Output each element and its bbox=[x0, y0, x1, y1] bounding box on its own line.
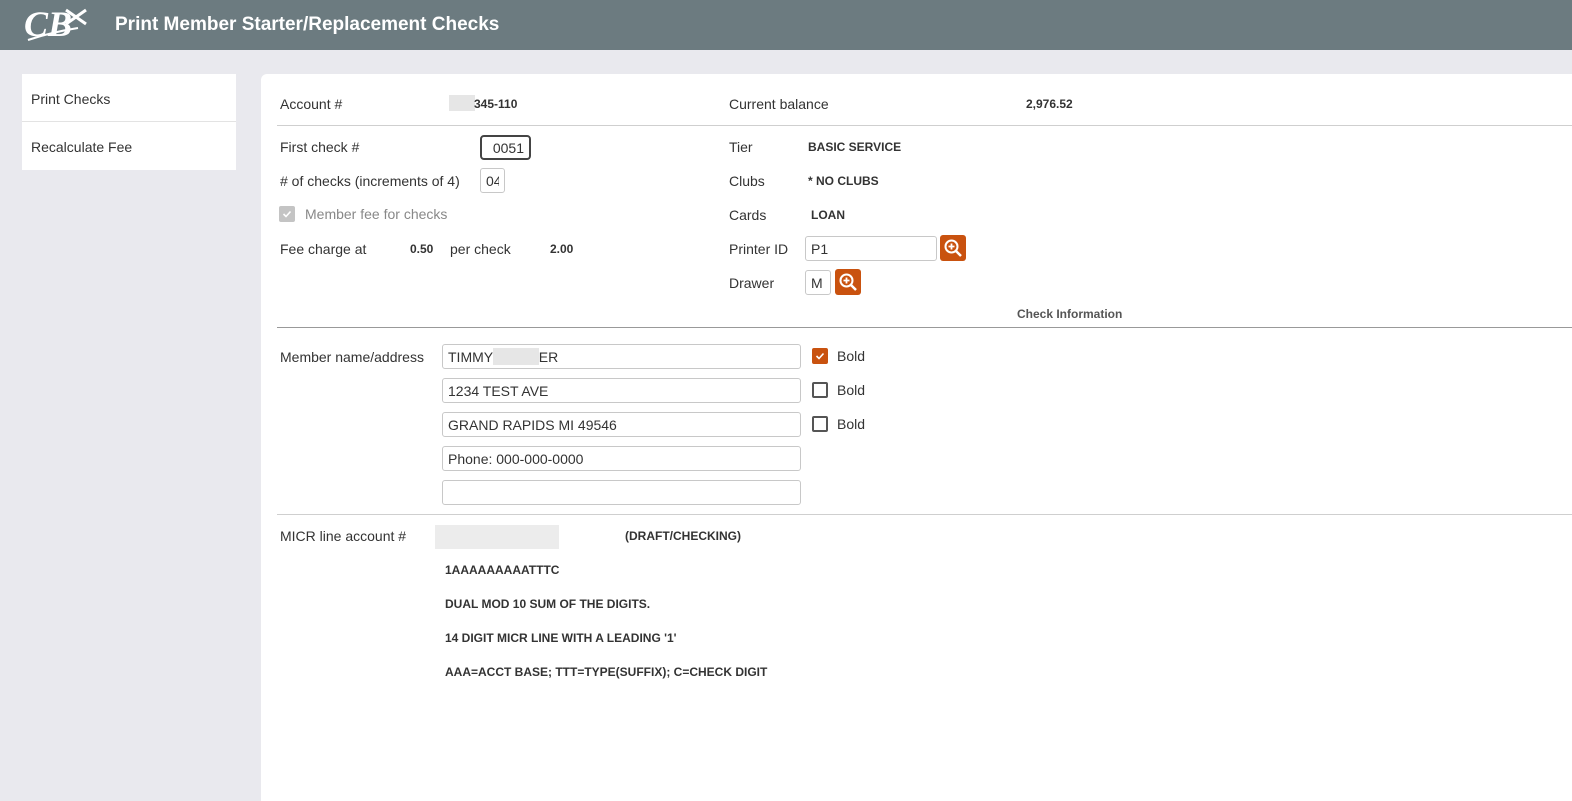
app-header: CB Print Member Starter/Replacement Chec… bbox=[0, 0, 1572, 50]
fee-rate-value: 0.50 bbox=[410, 242, 434, 256]
redacted-block bbox=[435, 525, 559, 549]
address-line-4-input[interactable] bbox=[442, 446, 801, 471]
member-fee-checkbox[interactable] bbox=[279, 206, 295, 222]
redacted-block bbox=[449, 95, 475, 111]
bold-line-1-label: Bold bbox=[837, 348, 866, 364]
micr-note: 1AAAAAAAAATTTC bbox=[445, 563, 560, 577]
printer-id-label: Printer ID bbox=[729, 241, 789, 257]
sidebar-item-recalculate-fee[interactable]: Recalculate Fee bbox=[22, 122, 236, 170]
account-number: 345-110 bbox=[474, 97, 518, 111]
check-count-input[interactable] bbox=[480, 168, 505, 193]
current-balance-label: Current balance bbox=[729, 96, 829, 112]
per-check-label: per check bbox=[450, 241, 511, 257]
address-line-3-input[interactable] bbox=[442, 412, 801, 437]
drawer-lookup-button[interactable] bbox=[835, 269, 861, 295]
cards-value: LOAN bbox=[811, 208, 845, 222]
micr-account-label: MICR line account # bbox=[280, 528, 407, 544]
micr-note: AAA=ACCT BASE; TTT=TYPE(SUFFIX); C=CHECK… bbox=[445, 665, 768, 679]
bold-line-1-checkbox[interactable] bbox=[812, 348, 828, 364]
section-title: Check Information bbox=[1017, 307, 1123, 321]
zoom-in-icon bbox=[839, 273, 857, 291]
check-icon bbox=[815, 352, 825, 360]
bold-line-2-checkbox[interactable] bbox=[812, 382, 828, 398]
address-line-2-input[interactable] bbox=[442, 378, 801, 403]
zoom-in-icon bbox=[944, 239, 962, 257]
main-panel: Account # 345-110 Current balance 2,976.… bbox=[261, 74, 1572, 801]
bold-line-3-checkbox[interactable] bbox=[812, 416, 828, 432]
first-check-input[interactable] bbox=[480, 135, 531, 160]
address-line-5-input[interactable] bbox=[442, 480, 801, 505]
fee-total-value: 2.00 bbox=[550, 242, 574, 256]
divider bbox=[277, 514, 1572, 515]
micr-note: 14 DIGIT MICR LINE WITH A LEADING '1' bbox=[445, 631, 677, 645]
divider bbox=[277, 125, 1572, 126]
drawer-label: Drawer bbox=[729, 275, 775, 291]
clubs-label: Clubs bbox=[729, 173, 765, 189]
sidebar-item-print-checks[interactable]: Print Checks bbox=[22, 74, 236, 122]
micr-note: DUAL MOD 10 SUM OF THE DIGITS. bbox=[445, 597, 651, 611]
clubs-value: * NO CLUBS bbox=[808, 174, 879, 188]
cards-label: Cards bbox=[729, 207, 767, 223]
first-check-label: First check # bbox=[280, 139, 360, 155]
account-label: Account # bbox=[280, 96, 343, 112]
sidebar: Print Checks Recalculate Fee bbox=[22, 74, 236, 170]
check-count-label: # of checks (increments of 4) bbox=[280, 173, 460, 189]
bold-line-3-label: Bold bbox=[837, 416, 866, 432]
divider bbox=[277, 327, 1572, 328]
micr-type: (DRAFT/CHECKING) bbox=[625, 529, 741, 543]
check-icon bbox=[282, 210, 292, 218]
drawer-input[interactable] bbox=[805, 270, 831, 295]
member-address-label: Member name/address bbox=[280, 349, 424, 365]
fee-charge-label: Fee charge at bbox=[280, 241, 367, 257]
bold-line-2-label: Bold bbox=[837, 382, 866, 398]
tier-label: Tier bbox=[729, 139, 753, 155]
redacted-block bbox=[493, 348, 539, 365]
page-title: Print Member Starter/Replacement Checks bbox=[115, 14, 500, 35]
company-logo: CB bbox=[22, 2, 92, 46]
printer-id-input[interactable] bbox=[805, 236, 937, 261]
tier-value: BASIC SERVICE bbox=[808, 140, 902, 154]
current-balance-value: 2,976.52 bbox=[1026, 97, 1073, 111]
printer-lookup-button[interactable] bbox=[940, 235, 966, 261]
member-fee-label: Member fee for checks bbox=[305, 206, 448, 222]
